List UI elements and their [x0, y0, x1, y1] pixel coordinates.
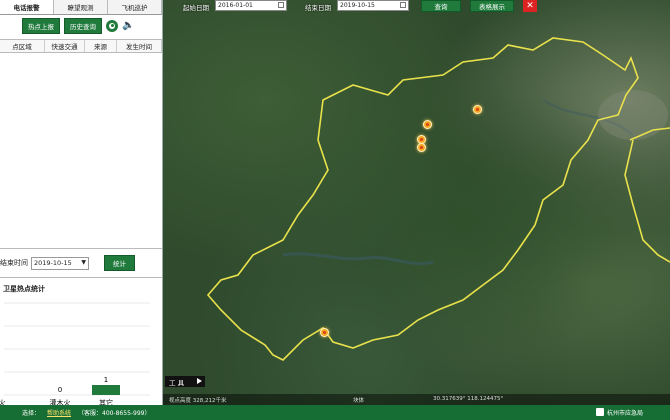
footer-choose-label: 选择：: [22, 410, 41, 417]
hotspot-table-header: 点区域 快速交通 来源 发生时间: [0, 39, 162, 53]
end-date-label: 结束日期: [305, 4, 331, 12]
tab-aircraft-patrol[interactable]: 飞机巡护: [108, 0, 162, 14]
organization-name: 杭州市应急局: [607, 410, 644, 417]
bar-chart: 火0灌木火1其它: [0, 302, 150, 407]
column-header[interactable]: 快速交通: [45, 40, 85, 52]
play-icon: [197, 378, 202, 384]
tab-lookout[interactable]: 瞭望观测: [54, 0, 108, 14]
start-date-value: 2016-01-01: [218, 2, 253, 9]
close-icon[interactable]: ✕: [523, 0, 537, 12]
help-system-link[interactable]: 帮助系统: [47, 408, 71, 417]
fire-hotspot-icon[interactable]: [423, 120, 432, 129]
query-button[interactable]: 查询: [421, 0, 461, 12]
hotspot-actions: 热点上报 历史查询 🔈: [0, 15, 162, 36]
lake-shape: [282, 252, 434, 266]
column-header[interactable]: 发生时间: [117, 40, 162, 52]
locate-icon[interactable]: [106, 19, 118, 32]
chart-bar[interactable]: [92, 385, 120, 395]
end-date-value: 2019-10-15: [34, 259, 72, 267]
end-time-label: 结束时间: [0, 259, 28, 267]
tab-phone-alarm[interactable]: 电话报警: [0, 0, 54, 14]
map-overlay: [206, 37, 670, 361]
end-date-value: 2019-10-15: [340, 2, 375, 9]
neighbor-boundary: [624, 127, 670, 263]
chart-value-label: 0: [58, 386, 62, 394]
view-height-readout: 视点高度 328,212千米: [169, 398, 227, 404]
org-logo-icon: [596, 408, 604, 416]
end-date-input[interactable]: 2019-10-15: [337, 0, 409, 11]
calendar-icon[interactable]: [278, 2, 284, 8]
table-view-button[interactable]: 表格展示: [470, 0, 514, 12]
hotline-text: （客服：400-8655-999）: [78, 410, 151, 417]
latlon-readout: 30.317639° 118.124475°: [433, 396, 504, 402]
left-panel: 电话报警 瞭望观测 飞机巡护 热点上报 历史查询 🔈 点区域 快速交通 来源 发…: [0, 0, 163, 420]
statistics-row: 结束时间 2019-10-15 ▼ 统计: [0, 254, 162, 272]
history-query-button[interactable]: 历史查询: [64, 17, 102, 34]
start-date-input[interactable]: 2016-01-01: [215, 0, 287, 11]
tab-bar: 电话报警 瞭望观测 飞机巡护: [0, 0, 162, 15]
coordinate-mode-label: 块体: [353, 398, 365, 404]
chart-value-label: 1: [104, 376, 108, 384]
satellite-map[interactable]: 起始日期 2016-01-01 结束日期 2019-10-15 查询 表格展示 …: [163, 0, 670, 405]
tools-label: 工 具: [169, 378, 185, 387]
chevron-down-icon: ▼: [81, 258, 86, 266]
start-date-label: 起始日期: [183, 4, 209, 12]
coordinate-status-bar: 视点高度 328,212千米 块体 30.317639° 118.124475°: [163, 394, 670, 405]
report-hotspot-button[interactable]: 热点上报: [22, 17, 60, 34]
calendar-icon[interactable]: [400, 2, 406, 8]
hotspot-table-body: [0, 53, 162, 249]
fire-hotspot-icon[interactable]: [473, 105, 482, 114]
fire-hotspot-icon[interactable]: [417, 143, 426, 152]
urban-area: [598, 90, 668, 140]
date-query-toolbar: 起始日期 2016-01-01 结束日期 2019-10-15 查询 表格展示 …: [163, 0, 670, 14]
fire-hotspot-icon[interactable]: [320, 328, 329, 337]
county-boundary: [206, 37, 639, 361]
statistics-button[interactable]: 统计: [104, 255, 135, 271]
speaker-icon[interactable]: 🔈: [122, 20, 134, 32]
satellite-hotspot-chart: 卫星热点统计 火 0 灌木火 1 其它: [0, 277, 162, 420]
column-header[interactable]: 点区域: [0, 40, 45, 52]
end-date-select[interactable]: 2019-10-15 ▼: [31, 256, 89, 270]
tools-button[interactable]: 工 具: [165, 376, 205, 387]
column-header[interactable]: 来源: [85, 40, 117, 52]
footer-bar: 选择： 帮助系统 （客服：400-8655-999） 杭州市应急局: [0, 405, 670, 420]
